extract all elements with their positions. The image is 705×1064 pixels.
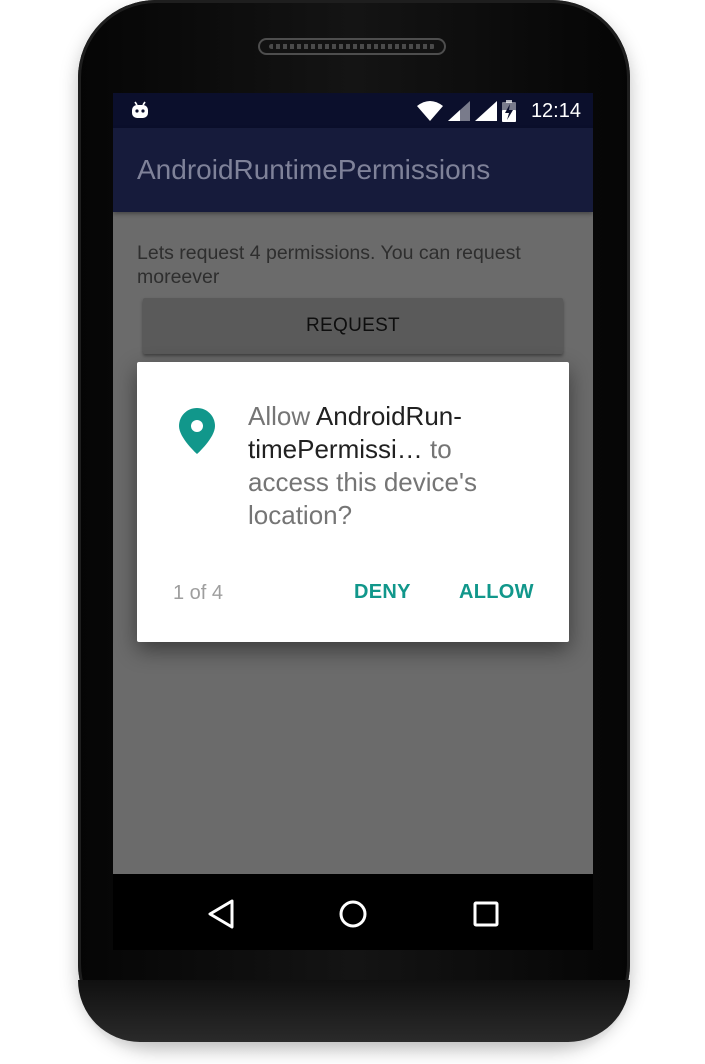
signal-icon	[447, 101, 470, 121]
location-pin-icon	[179, 408, 215, 454]
home-icon[interactable]	[333, 894, 373, 934]
phone-chin	[78, 980, 630, 1042]
signal-icon	[474, 101, 497, 121]
back-icon[interactable]	[201, 894, 241, 934]
app-bar: AndroidRuntimePermissions	[113, 128, 593, 212]
dialog-message: Allow AndroidRun-timePermissi… to access…	[248, 400, 538, 532]
status-icons: 12:14	[416, 99, 581, 123]
allow-button[interactable]: ALLOW	[459, 581, 534, 604]
request-button[interactable]: REQUEST	[143, 298, 563, 354]
deny-button[interactable]: DENY	[354, 581, 411, 604]
permission-counter: 1 of 4	[173, 582, 224, 604]
recents-icon[interactable]	[466, 894, 506, 934]
android-debug-icon	[132, 101, 148, 118]
message-prefix: Allow	[248, 401, 316, 431]
clock: 12:14	[530, 99, 581, 122]
app-title: AndroidRuntimePermissions	[137, 154, 491, 185]
intro-text: Lets request 4 permissions. You can requ…	[137, 242, 521, 288]
speaker-grille	[258, 38, 446, 55]
status-bar: 12:14	[113, 93, 593, 128]
navigation-bar	[113, 874, 593, 950]
battery-charging-icon	[501, 100, 516, 122]
permission-dialog: Allow AndroidRun-timePermissi… to access…	[137, 362, 569, 642]
wifi-icon	[416, 101, 443, 121]
